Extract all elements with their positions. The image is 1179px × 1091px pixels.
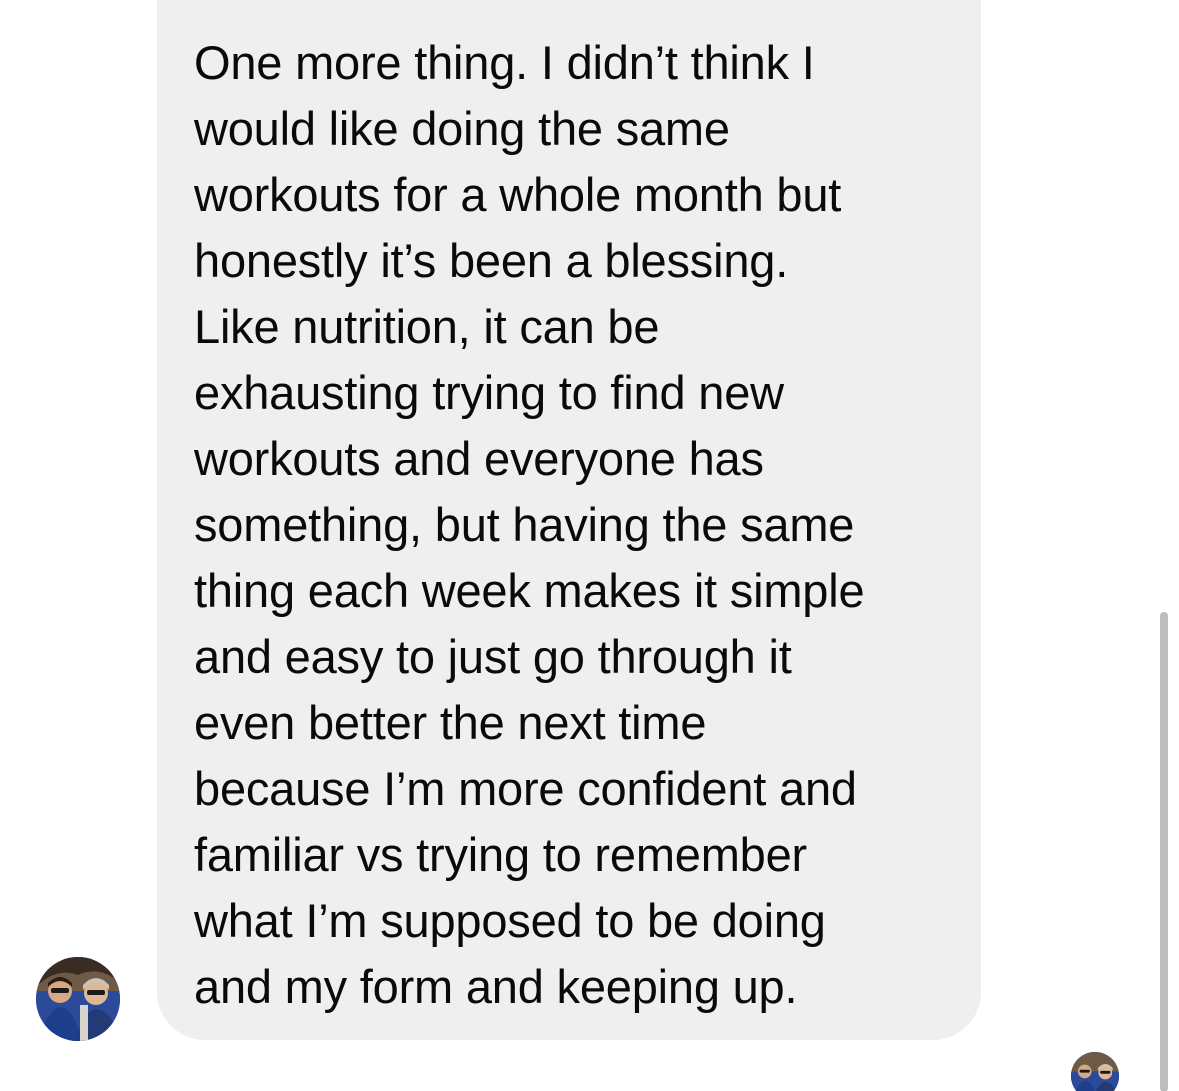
message-line: even better the next time [194, 696, 707, 749]
read-receipt-avatar [1071, 1052, 1119, 1091]
profile-photo-icon [36, 957, 120, 1041]
scrollbar-thumb[interactable] [1160, 612, 1168, 1091]
message-text: One more thing. I didn’t think I would l… [194, 30, 964, 1020]
message-line: honestly it’s been a blessing. [194, 234, 789, 287]
message-line: what I’m supposed to be doing [194, 894, 826, 947]
message-line: familiar vs trying to remember [194, 828, 807, 881]
message-line: and my form and keeping up. [194, 960, 798, 1013]
message-line: would like doing the same [194, 102, 730, 155]
profile-photo-icon [1071, 1052, 1119, 1091]
chat-thread: One more thing. I didn’t think I would l… [0, 0, 1179, 1091]
message-line: workouts and everyone has [194, 432, 764, 485]
message-line: Like nutrition, it can be [194, 300, 660, 353]
message-line: and easy to just go through it [194, 630, 792, 683]
message-line: One more thing. I didn’t think I [194, 36, 815, 89]
message-line: because I’m more confident and [194, 762, 857, 815]
message-line: exhausting trying to find new [194, 366, 784, 419]
sender-avatar[interactable] [36, 957, 120, 1041]
message-line: workouts for a whole month but [194, 168, 842, 221]
message-line: thing each week makes it simple [194, 564, 865, 617]
message-line: something, but having the same [194, 498, 855, 551]
